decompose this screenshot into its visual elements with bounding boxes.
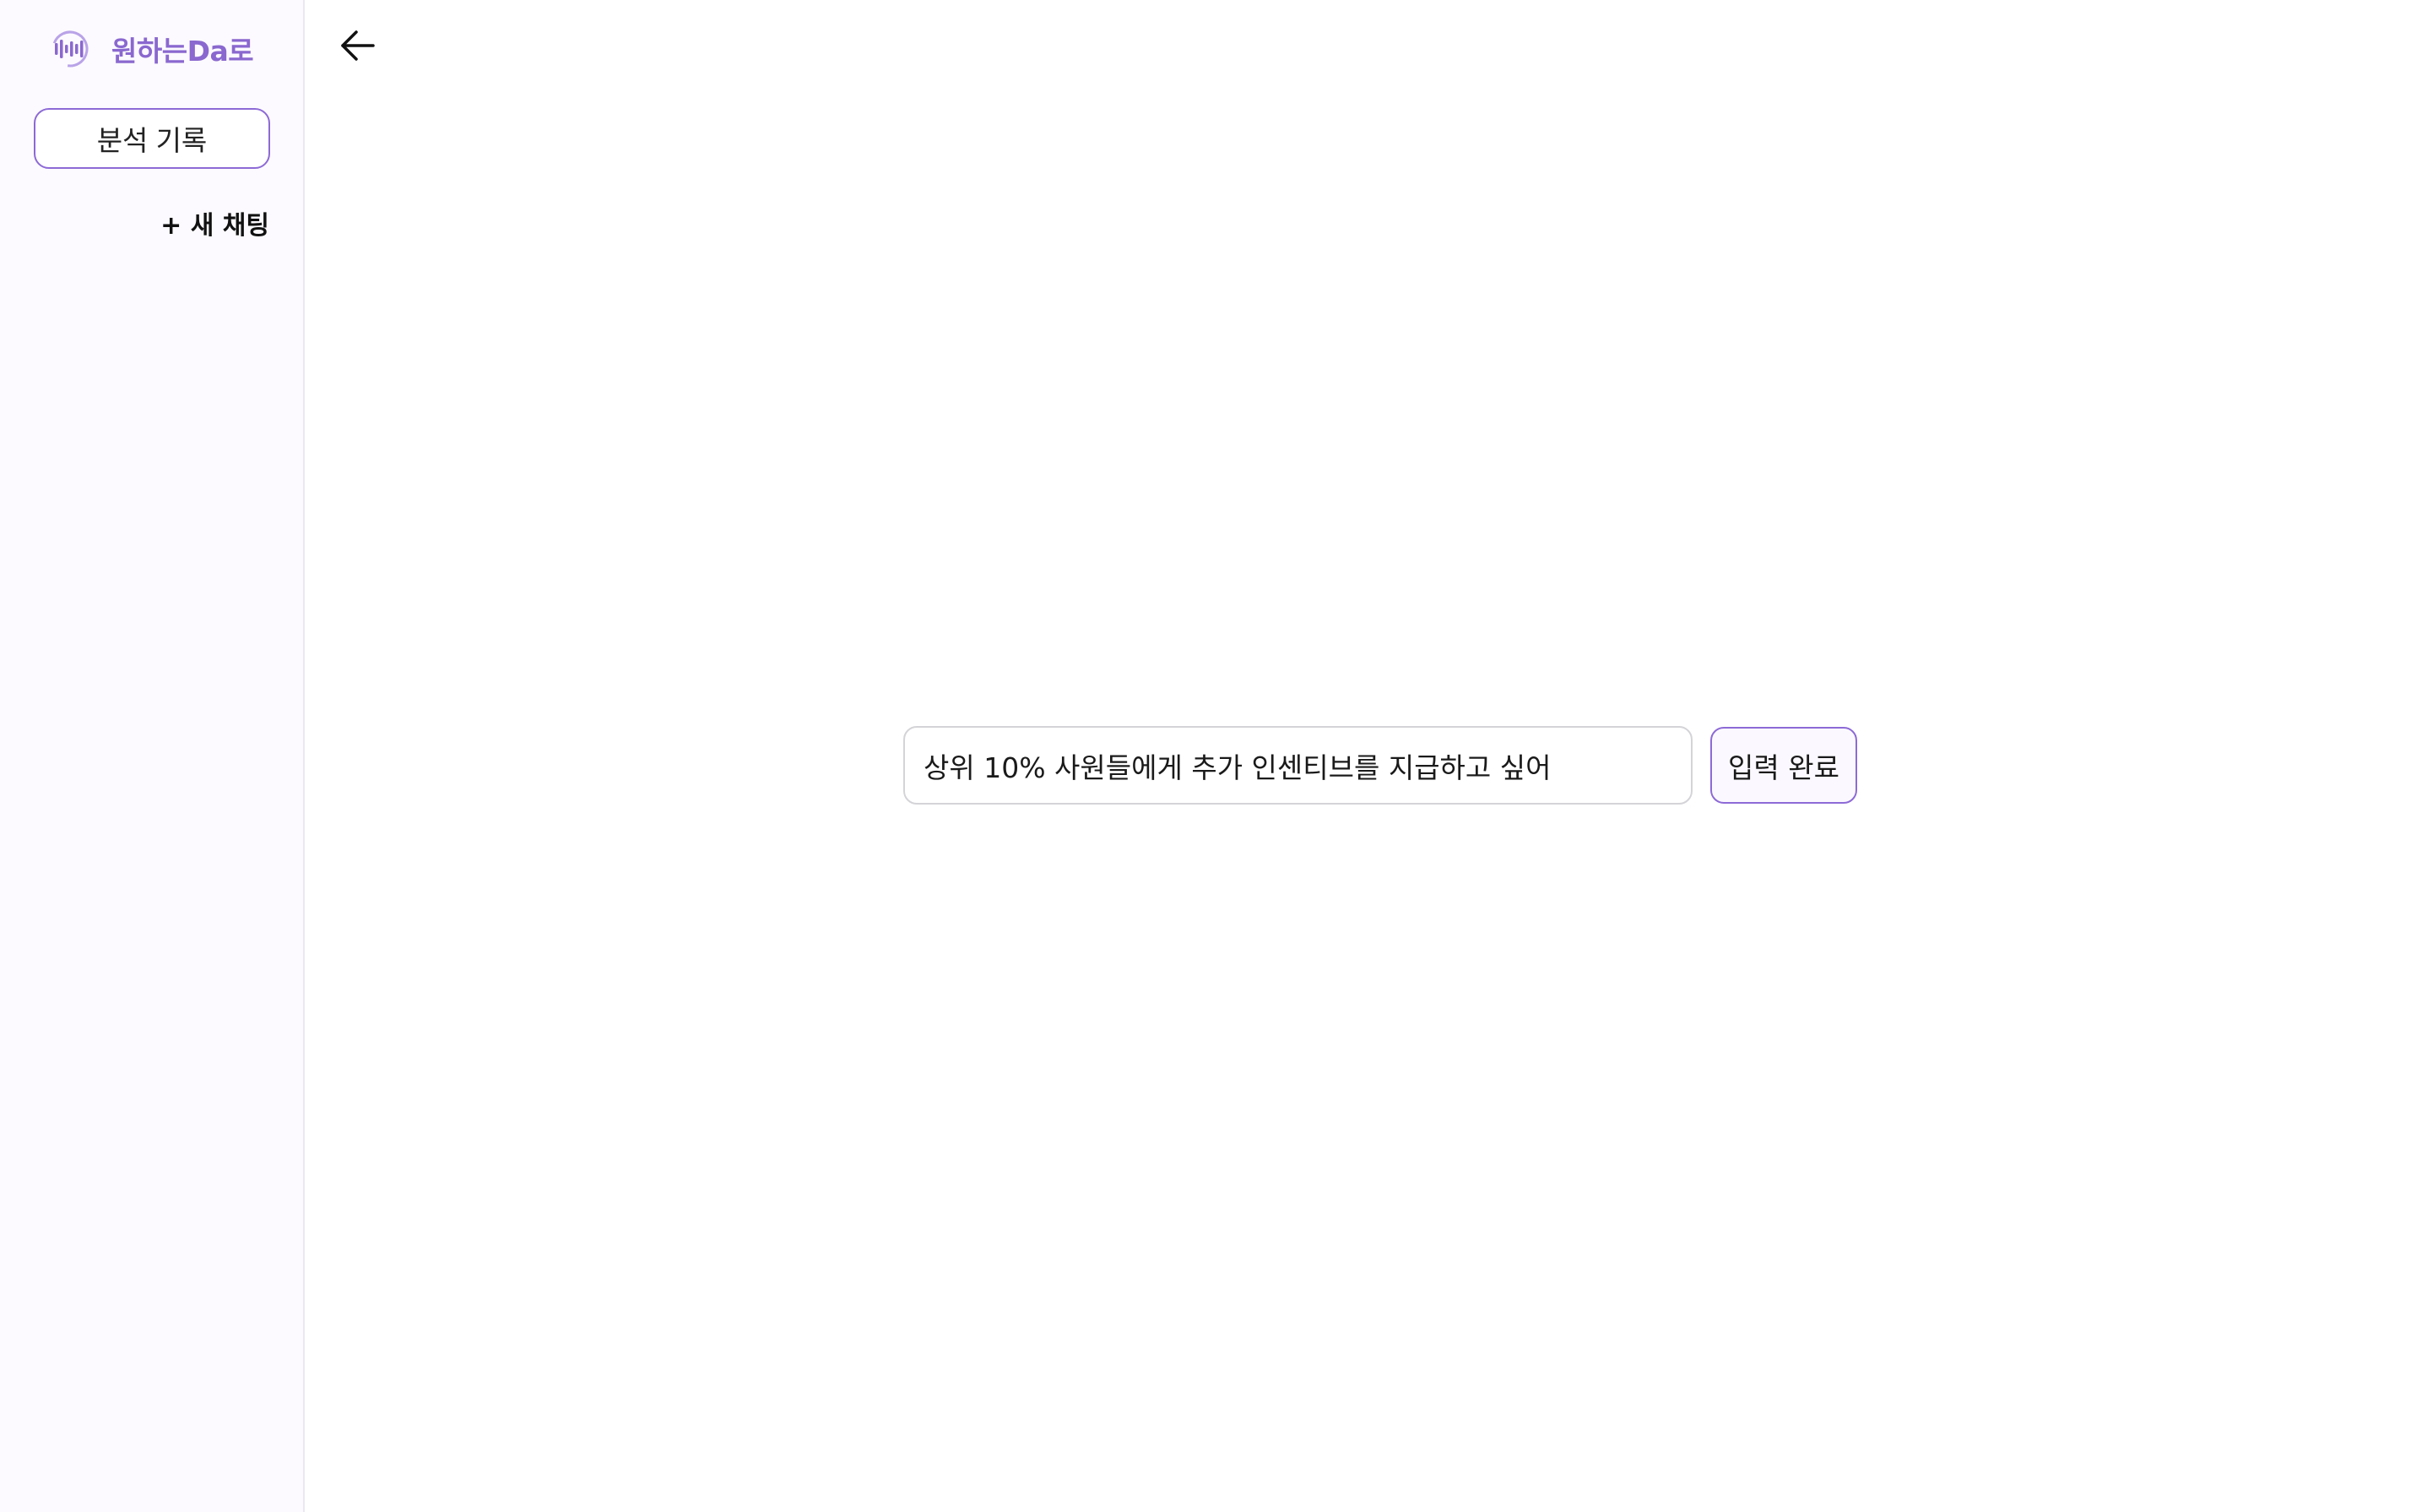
brand[interactable]: 원하는Da로 <box>51 29 254 69</box>
audio-wave-logo-icon <box>51 30 89 68</box>
back-button[interactable] <box>334 22 382 69</box>
history-button[interactable]: 분석 기록 <box>34 108 270 169</box>
sidebar: 원하는Da로 분석 기록 + 새 채팅 <box>0 0 305 1512</box>
submit-button[interactable]: 입력 완료 <box>1710 727 1857 804</box>
query-input[interactable] <box>903 726 1693 805</box>
arrow-left-icon <box>341 30 375 61</box>
app-root: 원하는Da로 분석 기록 + 새 채팅 입력 완료 <box>0 0 2427 1512</box>
brand-name: 원하는Da로 <box>111 35 254 68</box>
new-chat-button[interactable]: + 새 채팅 <box>160 204 269 241</box>
query-row: 입력 완료 <box>903 726 1857 805</box>
